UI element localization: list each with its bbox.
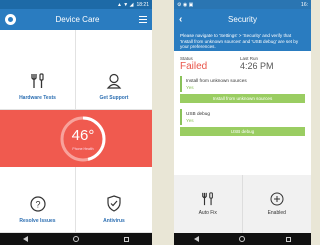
page-title: Security — [228, 15, 257, 24]
resolve-issues-tile[interactable]: ? Resolve Issues — [0, 167, 76, 233]
svg-text:?: ? — [35, 200, 40, 210]
status-time: 18:21 — [136, 1, 149, 8]
get-support-label: Get Support — [99, 95, 129, 101]
get-support-tile[interactable]: Get Support — [76, 30, 152, 110]
hardware-tests-label: Hardware Tests — [19, 95, 56, 101]
page-title: Device Care — [55, 15, 100, 24]
tools-icon — [201, 192, 213, 206]
antivirus-tile[interactable]: Antivirus — [76, 167, 152, 233]
usb-debug-button[interactable]: USB debug — [180, 127, 305, 136]
auto-fix-button[interactable]: Auto Fix — [174, 175, 243, 233]
status-bar: ⚙ ◉ ▣ 16: — [174, 0, 311, 9]
health-gauge: 46° Phone Health — [58, 114, 108, 164]
hamburger-menu-icon[interactable] — [139, 15, 147, 24]
back-nav-icon[interactable] — [194, 236, 200, 242]
usb-debug-value: Yes — [186, 118, 194, 123]
screenshot-stage: ▲ ▼ ◢ 18:21 Device Care Hardware Tests G… — [0, 0, 311, 245]
app-logo-icon — [5, 14, 16, 25]
signal-icon: ▲ ▼ ◢ — [116, 1, 134, 8]
back-nav-icon[interactable] — [22, 236, 28, 242]
security-screen: ⚙ ◉ ▣ 16: ‹ Security Please navigate to … — [174, 0, 311, 245]
unknown-sources-setting: Install from unknown sources Yes — [180, 76, 305, 92]
recents-nav-icon[interactable] — [124, 236, 130, 242]
last-run-value: 4:26 PM — [240, 61, 274, 71]
recents-nav-icon[interactable] — [285, 236, 291, 242]
usb-debug-label: USB debug — [186, 111, 210, 116]
support-person-icon — [106, 73, 122, 89]
home-nav-icon[interactable] — [239, 236, 246, 242]
plus-circle-icon — [270, 192, 284, 206]
status-value: Failed — [180, 61, 208, 72]
unknown-sources-button[interactable]: Install from unknown sources — [180, 94, 305, 103]
enabled-button[interactable]: Enabled — [243, 175, 312, 233]
status-summary: Status Failed Last Run 4:26 PM — [174, 51, 311, 72]
android-nav-bar — [174, 233, 311, 245]
home-nav-icon[interactable] — [72, 236, 79, 242]
notification-icons: ⚙ ◉ ▣ — [177, 1, 194, 8]
unknown-sources-value: Yes — [186, 85, 194, 90]
device-care-screen: ▲ ▼ ◢ 18:21 Device Care Hardware Tests G… — [0, 0, 152, 245]
android-nav-bar — [0, 233, 152, 245]
antivirus-label: Antivirus — [103, 218, 125, 224]
hardware-tests-tile[interactable]: Hardware Tests — [0, 30, 76, 110]
instruction-text: Please navigate to 'Settings' > 'Securit… — [174, 30, 311, 51]
health-gauge-panel[interactable]: 46° Phone Health — [0, 110, 152, 167]
gauge-caption: Phone Health — [72, 147, 94, 151]
last-run-block: Last Run 4:26 PM — [240, 56, 300, 72]
unknown-sources-label: Install from unknown sources — [186, 78, 247, 83]
question-icon: ? — [29, 196, 46, 212]
bottom-tiles: ? Resolve Issues Antivirus — [0, 167, 152, 233]
usb-debug-setting: USB debug Yes — [180, 109, 305, 125]
gauge-value: 46° — [71, 127, 95, 144]
action-bar: Auto Fix Enabled — [174, 175, 311, 233]
tools-icon — [30, 73, 44, 88]
shield-check-icon — [107, 195, 121, 212]
app-bar: ‹ Security — [174, 9, 311, 30]
back-chevron-icon[interactable]: ‹ — [179, 14, 189, 25]
auto-fix-label: Auto Fix — [198, 210, 217, 216]
app-bar: Device Care — [0, 9, 152, 30]
status-bar: ▲ ▼ ◢ 18:21 — [0, 0, 152, 9]
resolve-issues-label: Resolve Issues — [19, 218, 56, 224]
status-block: Status Failed — [180, 56, 240, 72]
enabled-label: Enabled — [267, 210, 286, 216]
top-tiles: Hardware Tests Get Support — [0, 30, 152, 110]
status-time: 16: — [301, 1, 308, 8]
